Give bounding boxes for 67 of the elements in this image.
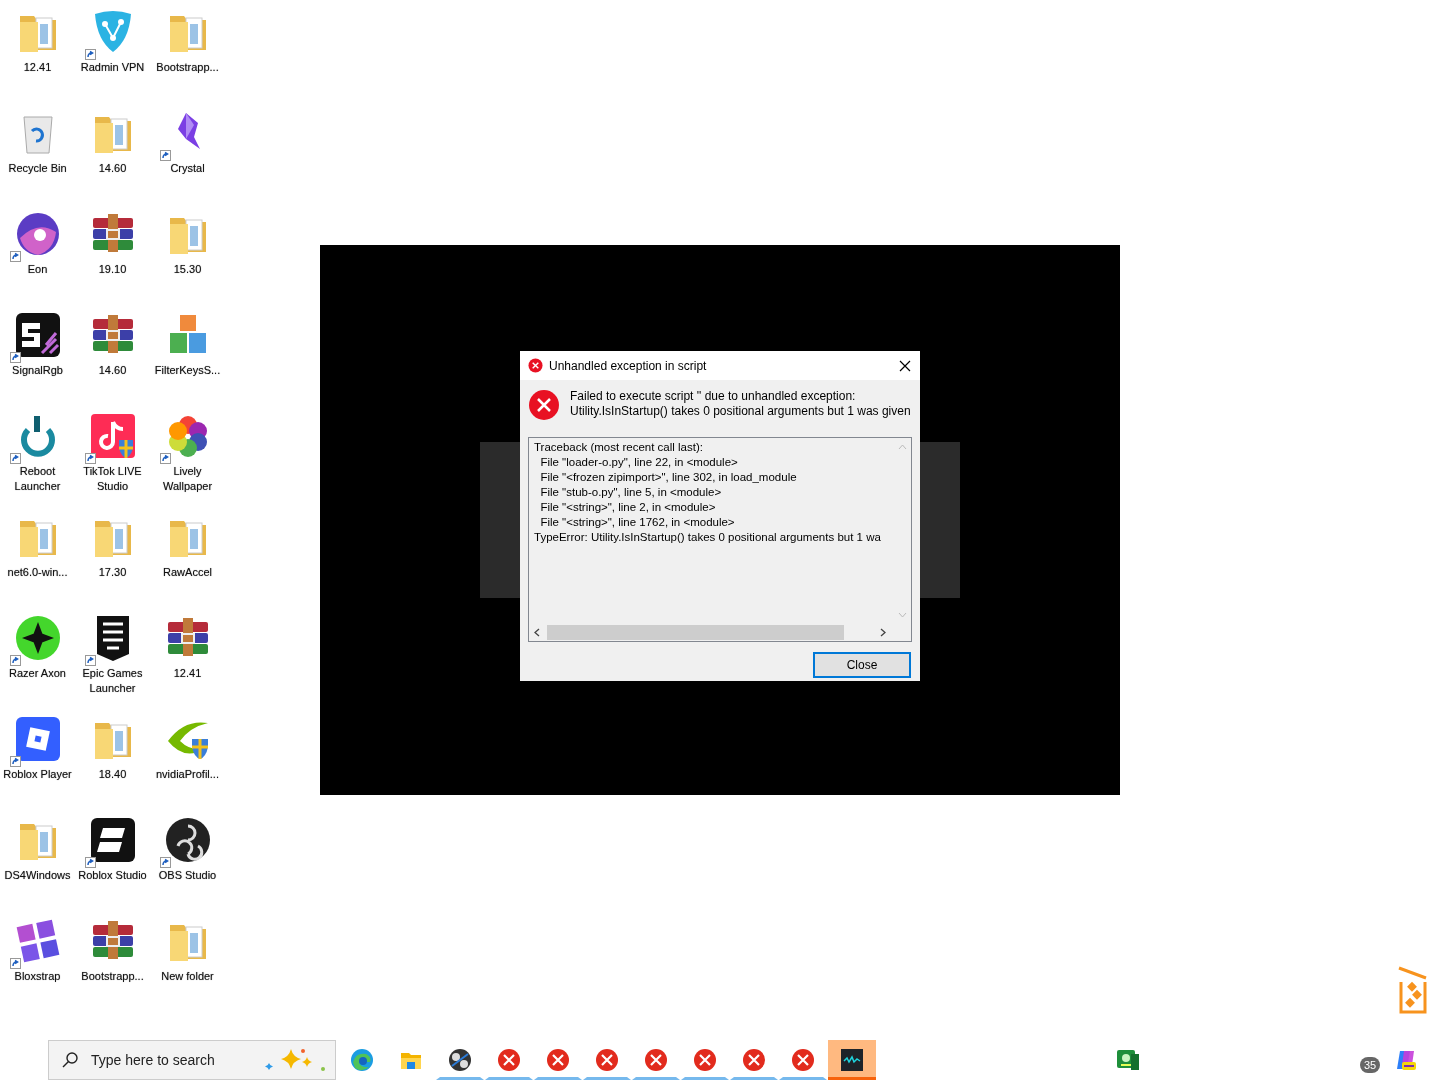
desktop-icon-label[interactable]: Recycle Bin xyxy=(0,161,75,176)
traceback-line: Traceback (most recent call last): xyxy=(534,440,703,455)
desktop-icon-label[interactable]: Bloxstrap xyxy=(0,969,75,984)
waveform-icon xyxy=(840,1048,864,1072)
search-icon xyxy=(61,1051,79,1069)
close-button[interactable]: Close xyxy=(813,652,911,678)
desktop-icon-label[interactable]: 12.41 xyxy=(0,60,75,75)
taskbar-button[interactable] xyxy=(828,1040,876,1080)
error-message: Utility.IsInStartup() takes 0 positional arguments but 1 was given xyxy=(570,404,911,419)
desktop-icon-label[interactable]: TikTok LIVE Studio xyxy=(75,464,150,494)
round-app-icon xyxy=(448,1048,472,1072)
desktop-icon-label[interactable]: FilterKeysS... xyxy=(150,363,225,378)
notification-badge[interactable]: 35 xyxy=(1360,1057,1380,1073)
music-note-icon[interactable] xyxy=(88,412,137,460)
desktop-icon-label[interactable]: New folder xyxy=(150,969,225,984)
traceback-line: File "stub-o.py", line 5, in <module> xyxy=(539,485,722,500)
error-icon xyxy=(546,1048,570,1072)
app-icon[interactable] xyxy=(1117,1050,1139,1070)
desktop-icon-label[interactable]: OBS Studio xyxy=(150,868,225,883)
error-icon xyxy=(595,1048,619,1072)
desktop-icon-label[interactable]: Roblox Studio xyxy=(75,868,150,883)
dialog-title: Unhandled exception in script xyxy=(549,358,708,373)
desktop-icon-label[interactable]: Reboot Launcher xyxy=(0,464,75,494)
search-input[interactable]: Type here to search xyxy=(89,1051,255,1069)
sparkle-icon xyxy=(265,1047,327,1073)
error-icon xyxy=(742,1048,766,1072)
error-icon xyxy=(528,358,543,373)
desktop-icon-label[interactable]: nvidiaProfil... xyxy=(150,767,225,782)
swirl-disc-icon[interactable] xyxy=(163,816,212,864)
desktop-icon-label[interactable]: RawAccel xyxy=(150,565,225,580)
desktop-icon-label[interactable]: 14.60 xyxy=(75,161,150,176)
desktop-icon-label[interactable]: 17.30 xyxy=(75,565,150,580)
desktop-icon-label[interactable]: Razer Axon xyxy=(0,666,75,681)
desktop-icon-label[interactable]: Bootstrapp... xyxy=(150,60,225,75)
desktop-icon-label[interactable]: Epic Games Launcher xyxy=(75,666,150,696)
assistant-icon[interactable] xyxy=(1394,1048,1418,1072)
desktop-icon-label[interactable]: Roblox Player xyxy=(0,767,75,782)
desktop-icon-label[interactable]: 14.60 xyxy=(75,363,150,378)
desktop-icon-label[interactable]: Lively Wallpaper xyxy=(150,464,225,494)
traceback-line: File "<frozen zipimport>", line 302, in load_module xyxy=(539,470,797,485)
stripes-logo-icon[interactable] xyxy=(13,311,62,359)
browser-icon xyxy=(350,1048,374,1072)
search-bar[interactable]: Type here to search xyxy=(48,1040,336,1080)
desktop-icon-label[interactable]: 19.10 xyxy=(75,262,150,277)
desktop-icon-label[interactable]: Bootstrapp... xyxy=(75,969,150,984)
error-icon xyxy=(528,389,560,421)
error-icon xyxy=(791,1048,815,1072)
crosshair-circle-icon[interactable] xyxy=(13,614,62,662)
error-icon xyxy=(497,1048,521,1072)
desktop-icon-label[interactable]: 18.40 xyxy=(75,767,150,782)
desktop-icon-label[interactable]: Crystal xyxy=(150,161,225,176)
traceback-line: File "<string>", line 2, in <module> xyxy=(539,500,716,515)
traceback-line: File "<string>", line 1762, in <module> xyxy=(539,515,735,530)
desktop-icon-label[interactable]: SignalRgb xyxy=(0,363,75,378)
traceback-line: TypeError: Utility.IsInStartup() takes 0 positional arguments but 1 wa xyxy=(534,530,881,545)
traceback-line: File "loader-o.py", line 22, in <module> xyxy=(539,455,738,470)
error-message: Failed to execute script '' due to unhandled exception: xyxy=(570,389,857,404)
desktop-icon-label[interactable]: 12.41 xyxy=(150,666,225,681)
error-icon xyxy=(693,1048,717,1072)
desktop-icon-label[interactable]: 15.30 xyxy=(150,262,225,277)
desktop-icon-label[interactable]: Radmin VPN xyxy=(75,60,150,75)
desktop-icon-label[interactable]: DS4Windows xyxy=(0,868,75,883)
traceback-text-area[interactable] xyxy=(528,437,912,642)
desktop-icon-label[interactable]: Eon xyxy=(0,262,75,277)
desktop-icon-label[interactable]: net6.0-win... xyxy=(0,565,75,580)
error-icon xyxy=(644,1048,668,1072)
square-logo-icon[interactable] xyxy=(88,816,137,864)
